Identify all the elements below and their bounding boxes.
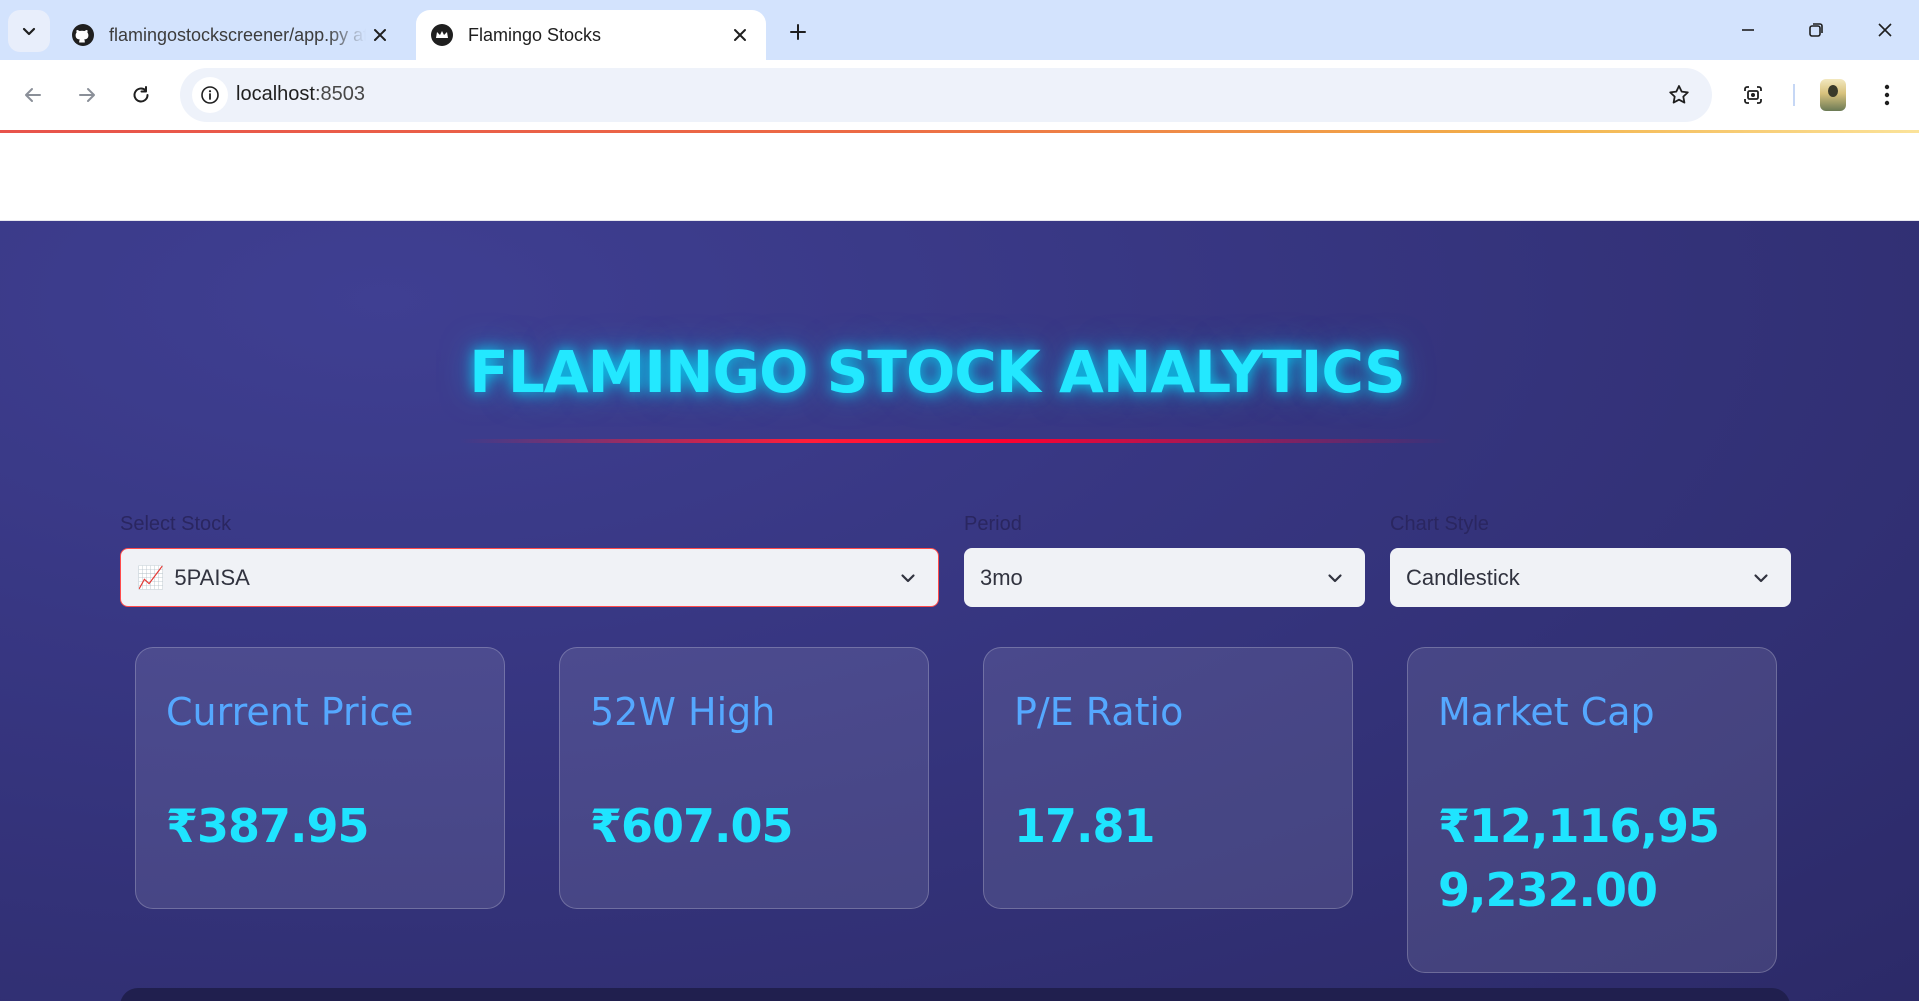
metric-card-52w-high: 52W High ₹607.05 — [559, 647, 929, 909]
url-text[interactable]: localhost:8503 — [236, 83, 365, 106]
tab-github-app-py[interactable]: flamingostockscreener/app.py at main — [66, 10, 406, 60]
metric-value: ₹607.05 — [590, 799, 794, 853]
metric-card-pe-ratio: P/E Ratio 17.81 — [983, 647, 1353, 909]
arrow-left-icon — [25, 88, 41, 102]
address-bar[interactable]: localhost:8503 — [180, 68, 1712, 122]
toolbar-separator — [1793, 84, 1795, 106]
stock-select[interactable]: 📈 5PAISA — [120, 548, 939, 607]
chart-increasing-icon: 📈 — [137, 564, 165, 590]
lens-camera-icon — [1744, 86, 1762, 104]
period-select-label: Period — [964, 513, 1022, 535]
new-tab-button[interactable] — [780, 14, 816, 50]
browser-tab-strip: flamingostockscreener/app.py at main Fla… — [0, 0, 1919, 60]
url-port: :8503 — [314, 83, 365, 105]
close-tab-icon[interactable] — [366, 21, 394, 49]
metric-label: 52W High — [590, 690, 776, 734]
site-info-icon[interactable] — [192, 77, 228, 113]
github-icon — [71, 23, 95, 47]
period-select-value: 3mo — [980, 564, 1023, 590]
back-button[interactable] — [12, 74, 54, 116]
title-divider — [460, 439, 1450, 443]
chart-panel — [120, 988, 1790, 1001]
app-header — [0, 133, 1919, 221]
chevron-down-icon — [1749, 566, 1773, 590]
minimize-window-button[interactable] — [1714, 0, 1782, 60]
profile-button[interactable] — [1812, 74, 1854, 116]
metric-value: ₹387.95 — [166, 799, 370, 853]
browser-menu-button[interactable] — [1866, 74, 1908, 116]
chart-style-select-label: Chart Style — [1390, 513, 1489, 535]
restore-window-button[interactable] — [1782, 0, 1850, 60]
reload-icon — [133, 86, 149, 103]
metric-value: ₹12,116,959,232.00 — [1438, 799, 1720, 917]
period-select[interactable]: 3mo — [964, 548, 1365, 607]
tab-title: flamingostockscreener/app.py at main — [109, 24, 366, 45]
forward-button[interactable] — [66, 74, 108, 116]
tab-flamingo-stocks[interactable]: Flamingo Stocks — [416, 10, 766, 60]
browser-toolbar: localhost:8503 — [0, 60, 1919, 130]
chart-style-select-value: Candlestick — [1406, 564, 1520, 590]
metric-card-market-cap: Market Cap ₹12,116,959,232.00 — [1407, 647, 1777, 973]
minimize-icon — [1742, 29, 1754, 31]
metric-value: 17.81 — [1014, 799, 1156, 853]
close-icon — [1878, 23, 1892, 37]
google-lens-button[interactable] — [1732, 74, 1774, 116]
reload-button[interactable] — [120, 74, 162, 116]
metric-card-current-price: Current Price ₹387.95 — [135, 647, 505, 909]
metric-label: P/E Ratio — [1014, 690, 1184, 734]
tab-search-button[interactable] — [8, 10, 50, 52]
metric-label: Current Price — [166, 690, 414, 734]
bookmark-star-icon[interactable] — [1664, 80, 1694, 110]
close-window-button[interactable] — [1851, 0, 1919, 60]
tab-title: Flamingo Stocks — [468, 24, 602, 45]
chevron-down-icon — [896, 566, 920, 590]
avatar — [1820, 79, 1846, 111]
more-vertical-icon — [1884, 84, 1890, 106]
chevron-down-icon — [22, 27, 36, 36]
metric-label: Market Cap — [1438, 690, 1655, 734]
close-tab-icon[interactable] — [726, 21, 754, 49]
arrow-right-icon — [79, 88, 95, 102]
streamlit-crown-icon — [430, 23, 454, 47]
page-title: FLAMINGO STOCK ANALYTICS — [469, 338, 1406, 406]
url-host: localhost — [236, 83, 315, 105]
stock-select-label: Select Stock — [120, 513, 232, 535]
chart-style-select[interactable]: Candlestick — [1390, 548, 1791, 607]
plus-icon — [790, 24, 806, 40]
chevron-down-icon — [1323, 566, 1347, 590]
stock-select-value: 5PAISA — [174, 564, 250, 590]
restore-icon — [1809, 23, 1823, 37]
app-main: FLAMINGO STOCK ANALYTICS Select Stock 📈 … — [0, 221, 1919, 1001]
